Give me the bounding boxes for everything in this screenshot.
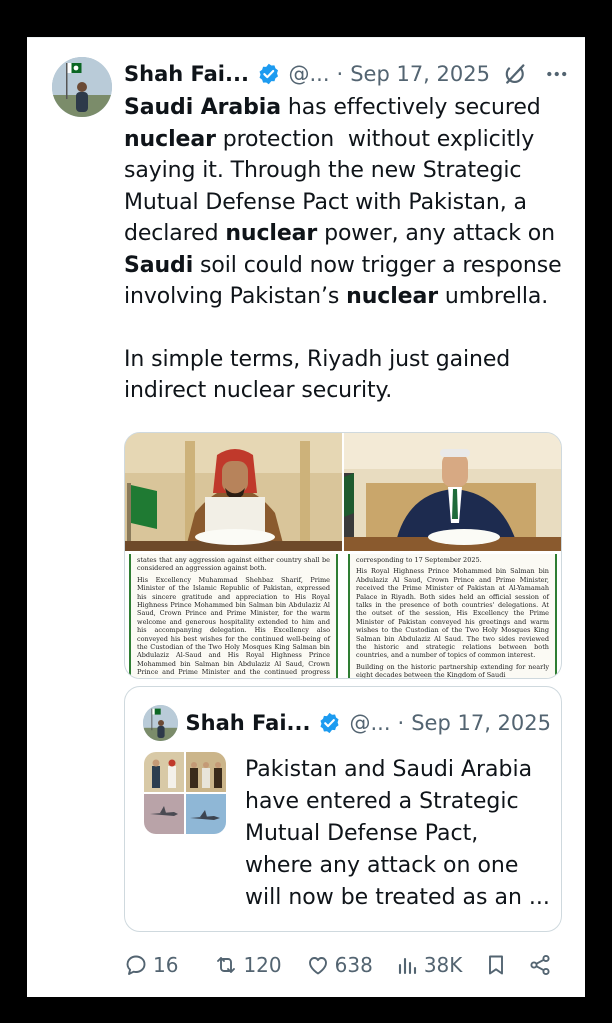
- quoted-author-name[interactable]: Shah Fai...: [186, 711, 311, 735]
- divider: [27, 37, 585, 38]
- separator-dot: ·: [336, 62, 344, 86]
- action-bar: 16 120 638 38K: [124, 949, 563, 981]
- quoted-tweet[interactable]: Shah Fai... @... · Sep 17, 2025 Pakistan…: [124, 686, 562, 932]
- doc-paragraph: states that any aggression against eithe…: [137, 556, 330, 573]
- reply-count: 16: [153, 953, 179, 977]
- media-image-left[interactable]: states that any aggression against eithe…: [125, 433, 342, 678]
- like-icon: [308, 957, 327, 975]
- avatar-image: [52, 57, 112, 117]
- statement-text-right: corresponding to 17 September 2025. His …: [348, 554, 557, 678]
- tweet-text: Saudi Arabia has effectively secured nuc…: [124, 95, 562, 403]
- thumbnail-aircraft: [186, 794, 226, 834]
- tweet-header: Shah Fai... @... · Sep 17, 2025: [124, 59, 569, 89]
- prime-minister-photo: [344, 433, 561, 551]
- views-count: 38K: [423, 953, 463, 977]
- repost-button[interactable]: 120: [214, 953, 282, 977]
- quoted-tweet-header: Shah Fai... @... · Sep 17, 2025: [143, 705, 551, 741]
- quoted-media-thumbnail[interactable]: [144, 752, 226, 834]
- share-icon: [530, 954, 550, 976]
- author-name[interactable]: Shah Fai...: [124, 62, 249, 86]
- quoted-avatar-image: [143, 705, 178, 741]
- views-icon: [398, 957, 416, 975]
- verified-badge-icon: [320, 712, 340, 734]
- tweet-card[interactable]: Shah Fai... @... · Sep 17, 2025 Saudi Ar…: [27, 37, 585, 997]
- quoted-tweet-date[interactable]: Sep 17, 2025: [411, 711, 551, 735]
- grok-icon[interactable]: [502, 61, 528, 87]
- like-button[interactable]: 638: [306, 953, 373, 977]
- thumbnail-jets: [144, 794, 184, 834]
- quoted-author-handle[interactable]: @...: [350, 711, 391, 735]
- author-handle[interactable]: @...: [288, 62, 329, 86]
- quoted-tweet-text: Pakistan and Saudi Arabia have entered a…: [245, 757, 550, 910]
- statement-text-left: states that any aggression against eithe…: [129, 554, 338, 678]
- crown-prince-photo: [125, 433, 342, 551]
- media-image-right[interactable]: corresponding to 17 September 2025. His …: [342, 433, 561, 678]
- tweet-media[interactable]: states that any aggression against eithe…: [124, 432, 562, 679]
- thumbnail-meeting: [144, 752, 184, 792]
- more-icon[interactable]: [544, 61, 570, 87]
- repost-icon: [217, 957, 236, 973]
- reply-button[interactable]: 16: [124, 953, 178, 977]
- tweet-date[interactable]: Sep 17, 2025: [350, 62, 490, 86]
- thumbnail-officials: [186, 752, 226, 792]
- share-button[interactable]: [528, 953, 552, 977]
- verified-badge-icon: [259, 63, 278, 85]
- doc-paragraph: His Excellency Muhammad Shehbaz Sharif, …: [137, 575, 330, 678]
- bookmark-icon: [489, 955, 504, 975]
- avatar[interactable]: [52, 57, 112, 117]
- doc-paragraph: Building on the historic partnership ext…: [356, 662, 549, 678]
- repost-count: 120: [243, 953, 282, 977]
- bookmark-button[interactable]: [484, 953, 508, 977]
- views-button[interactable]: 38K: [395, 953, 463, 977]
- separator-dot: ·: [397, 711, 405, 735]
- doc-paragraph: corresponding to 17 September 2025.: [356, 556, 482, 564]
- reply-icon: [126, 955, 146, 975]
- doc-paragraph: His Royal Highness Prince Mohammed bin S…: [356, 567, 549, 660]
- like-count: 638: [334, 953, 373, 977]
- quoted-avatar[interactable]: [143, 705, 178, 741]
